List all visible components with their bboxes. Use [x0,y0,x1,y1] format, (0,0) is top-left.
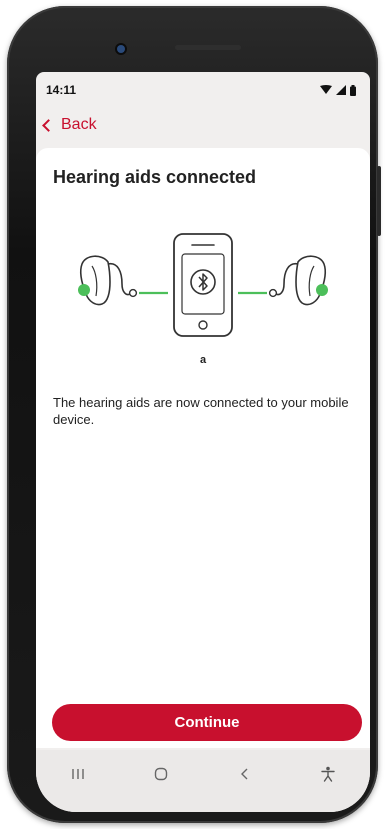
back-label: Back [61,116,97,133]
status-icons [320,84,356,96]
phone-side-button [377,166,381,236]
back-icon[interactable] [225,764,265,784]
phone-frame: 14:11 Back Hearing aids connected a The … [7,6,381,823]
signal-icon [336,85,346,95]
page-title: Hearing aids connected [53,167,257,187]
phone-icon [173,233,233,337]
device-name: a [199,354,207,366]
system-nav-bar [36,750,370,812]
phone-screen: 14:11 Back Hearing aids connected a The … [36,72,370,812]
status-bar: 14:11 [36,72,370,108]
recent-apps-icon[interactable] [58,764,98,784]
home-icon[interactable] [141,764,181,784]
wifi-icon [320,85,332,94]
back-button[interactable]: Back [42,116,97,134]
chevron-left-icon [42,118,55,132]
right-hearing-aid-icon [268,255,328,306]
connection-message: The hearing aids are now connected to yo… [53,395,349,427]
status-time: 14:11 [46,83,77,97]
connection-illustration [78,233,328,337]
battery-icon [350,84,356,96]
continue-button[interactable]: Continue [52,704,362,741]
left-hearing-aid-icon [78,255,138,306]
earpiece-speaker [175,45,241,50]
front-camera [117,45,125,53]
accessibility-icon[interactable] [308,764,348,784]
